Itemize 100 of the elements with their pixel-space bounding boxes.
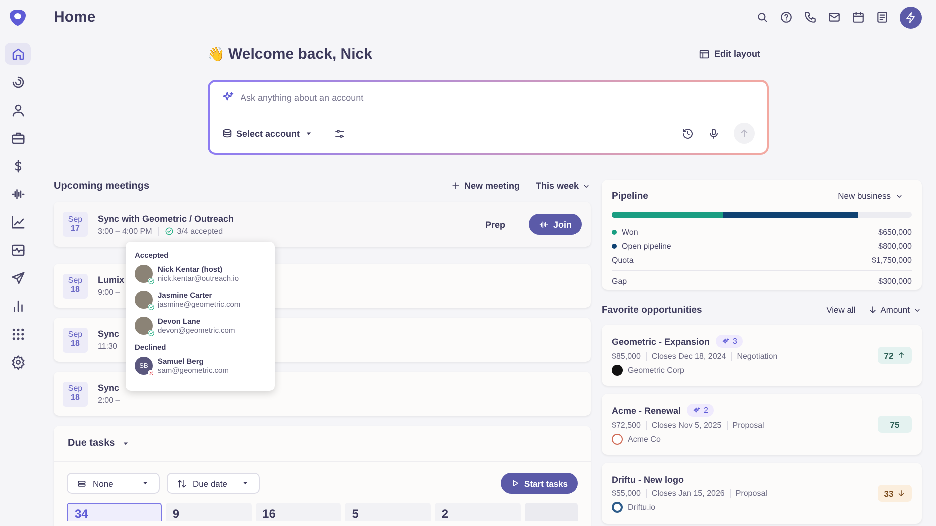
task-count-tile[interactable]: 34 [67,503,162,521]
row-value: $1,750,000 [872,256,912,264]
sparkle-icon [693,406,702,414]
row-label: Gap [612,276,628,286]
opportunity-name: Acme - Renewal [612,406,682,416]
account-select[interactable]: Select account [222,128,314,139]
briefcase-icon [10,130,26,146]
task-count-tile[interactable]: 16 [256,503,342,521]
date-badge: Sep 18 [63,274,88,298]
waveform-icon [10,186,26,202]
meeting-title: Sync [98,329,120,339]
start-tasks-button[interactable]: Start tasks [500,473,578,494]
apps-grid-icon [10,326,26,342]
stage: Negotiation [737,352,778,361]
phone-icon [804,11,817,24]
history-icon [682,128,694,140]
range-dropdown[interactable]: This week [536,181,591,191]
arrow-up-icon [896,351,906,360]
join-button[interactable]: Join [529,214,582,235]
account-logo-icon [612,434,623,445]
group-dropdown[interactable]: None [67,473,160,494]
calendar-icon [852,11,865,24]
account-logo-icon [612,502,623,512]
contact-card-icon [876,11,889,24]
history-button[interactable] [682,128,694,140]
sparkle-icon [722,338,730,346]
opportunity-name: Geometric - Expansion [612,336,710,346]
close-date: Closes Nov 5, 2025 [652,421,722,430]
trend-chart-icon [10,214,26,230]
check-circle-icon [165,226,174,236]
section-title: Upcoming meetings [54,180,151,192]
calendar-button[interactable] [852,11,865,24]
account-name: Driftu.io [628,502,656,512]
waveform-icon [539,220,550,230]
amount: $72,500 [612,421,641,430]
meeting-title: Sync [98,383,120,393]
close-date: Closes Jan 15, 2026 [652,488,725,498]
home-icon [10,46,26,62]
filters-button[interactable] [334,128,346,140]
row-label: Open pipeline [622,242,672,250]
row-value: $800,000 [878,242,912,250]
amount: $85,000 [612,352,641,361]
section-title: Due tasks [68,438,116,449]
account-name: Acme Co [628,435,661,444]
new-meeting-button[interactable]: New meeting [451,181,520,191]
pipeline-type-dropdown[interactable]: New business [838,191,912,201]
rsvp-status[interactable]: 3/4 accepted [165,226,224,236]
database-icon [222,128,232,139]
phone-button[interactable] [804,11,817,24]
card-title: Pipeline [612,190,648,202]
microphone-button[interactable] [708,128,720,140]
contact-card-button[interactable] [876,11,889,24]
logo-icon [8,8,28,28]
layout-icon [699,48,710,60]
meeting-time: 11:30 [98,342,118,351]
activity-monitor-icon [10,242,26,258]
person-icon [10,102,26,118]
plus-icon [451,181,462,191]
arrow-down-icon [896,489,906,498]
sliders-icon [334,128,346,140]
sort-dropdown[interactable]: Due date [167,473,260,494]
microphone-icon [708,128,720,140]
row-value: $650,000 [878,228,912,236]
insights-badge: 2 [687,404,714,417]
account-logo-icon [612,365,623,376]
score-badge: 75 [878,416,912,433]
page-title: Home [54,9,97,26]
sort-dropdown[interactable]: Amount [868,305,922,315]
meeting-time: 2:00 – [98,396,120,405]
close-date: Closes Dec 18, 2024 [652,352,726,361]
date-badge: Sep 18 [63,382,88,406]
search-button[interactable] [756,11,769,24]
task-count-tile[interactable]: 2 [434,503,521,521]
meeting-title: Sync with Geometric / Outreach [98,214,234,224]
meeting-time: 9:00 – [98,288,120,297]
prep-button[interactable]: Prep [485,220,506,230]
assistant-button[interactable] [900,6,922,28]
task-count-tile[interactable]: 5 [345,503,431,521]
stage: Proposal [736,488,768,498]
spiral-icon [10,74,26,90]
section-title: Favorite opportunities [602,304,704,316]
send-icon [10,270,26,286]
mail-button[interactable] [828,11,841,24]
edit-layout-button[interactable]: Edit layout [699,48,768,60]
score-badge: 72 [878,347,912,364]
task-count-tile[interactable]: 9 [166,503,252,521]
settings-icon [10,354,26,370]
row-value: $300,000 [878,276,912,286]
search-icon [756,11,769,24]
arrow-down-icon [868,305,878,315]
help-button[interactable] [780,11,793,24]
row-label: Quota [612,256,635,264]
welcome-title: Welcome back, Nick [228,46,372,62]
waving-hand-emoji: 👋 [208,46,224,62]
sidebar-item[interactable] [5,43,31,65]
lightning-icon [905,12,917,24]
opportunity-name: Driftu - New logo [612,474,684,484]
help-icon [780,11,793,24]
view-all-link[interactable]: View all [826,305,856,315]
play-icon [510,479,520,488]
